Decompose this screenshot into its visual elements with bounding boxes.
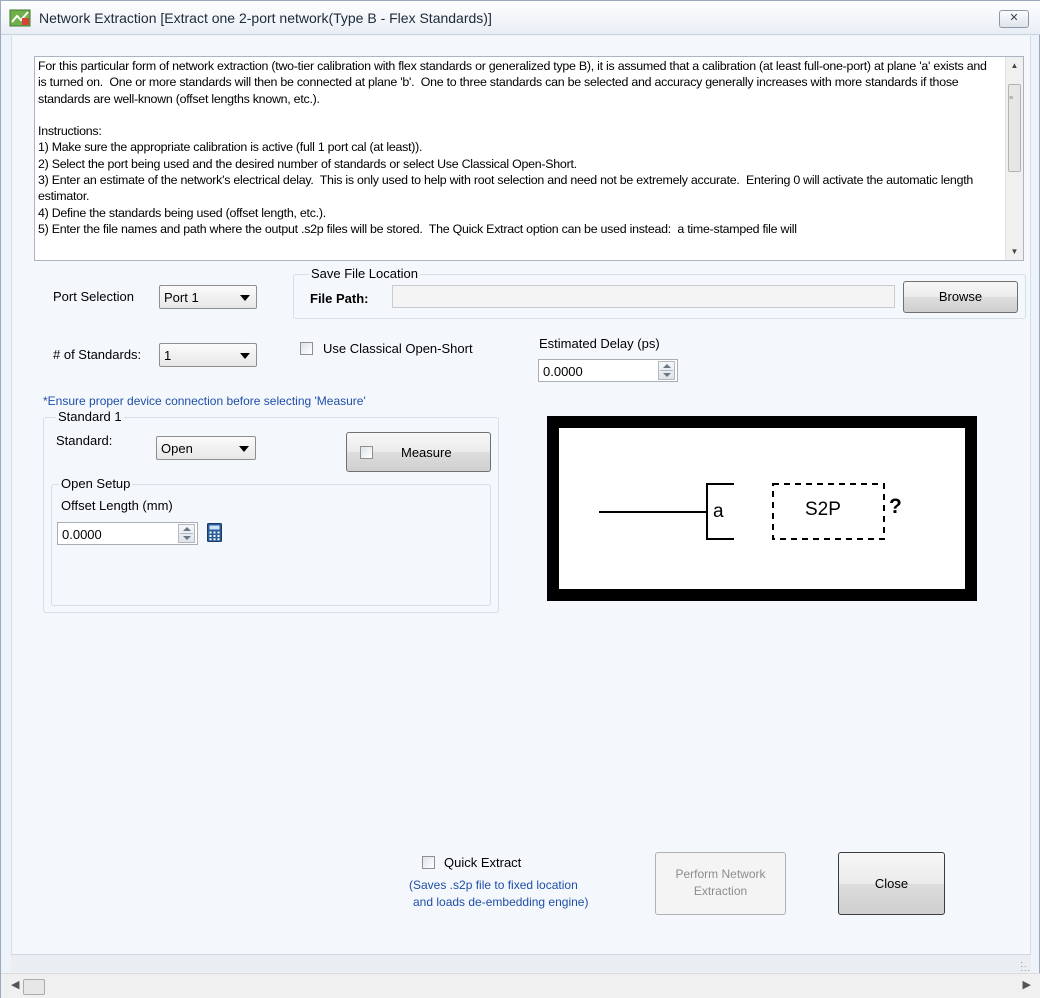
instructions-scrollbar[interactable]: ▲ ≡ ▼ (1005, 57, 1023, 260)
horizontal-scroll-thumb[interactable] (23, 979, 45, 995)
horizontal-scrollbar[interactable]: ◀ ▶ (1, 973, 1040, 998)
plane-a-label: a (713, 501, 724, 522)
measure-label: Measure (401, 445, 452, 460)
scroll-up-arrow-icon[interactable]: ▲ (1006, 57, 1023, 74)
port-selection-label: Port Selection (53, 289, 134, 304)
window-title: Network Extraction [Extract one 2-port n… (39, 10, 492, 26)
num-standards-value: 1 (164, 348, 172, 363)
calculator-icon[interactable] (207, 523, 222, 542)
perform-extraction-button[interactable]: Perform Network Extraction (655, 852, 786, 915)
network-diagram: a S2P ? (547, 416, 977, 601)
scroll-left-arrow-icon[interactable]: ◀ (11, 978, 19, 991)
close-icon: ✕ (1009, 12, 1019, 24)
left-border (11, 36, 12, 954)
delay-spinner-icon[interactable] (658, 361, 675, 380)
app-icon (9, 9, 31, 27)
instructions-textbox[interactable]: For this particular form of network extr… (34, 56, 1024, 261)
offset-length-label: Offset Length (mm) (61, 498, 173, 513)
quick-extract-note-line1: (Saves .s2p file to fixed location (409, 878, 578, 892)
chevron-down-icon (240, 295, 250, 301)
scroll-grip-icon: ≡ (1009, 95, 1014, 102)
num-standards-label: # of Standards: (53, 347, 142, 362)
s2p-label: S2P (805, 499, 841, 520)
port-selection-value: Port 1 (164, 290, 199, 305)
perform-label-line2: Extraction (693, 884, 748, 898)
estimated-delay-value: 0.0000 (543, 364, 583, 379)
chevron-down-icon (240, 353, 250, 359)
perform-label-line1: Perform Network (675, 867, 766, 881)
estimated-delay-input[interactable]: 0.0000 (538, 359, 678, 382)
standard-1-title: Standard 1 (56, 409, 124, 424)
right-border (1030, 36, 1031, 954)
measure-button[interactable]: Measure (346, 432, 491, 472)
connection-note: *Ensure proper device connection before … (43, 394, 366, 408)
unknown-network-label: ? (889, 495, 902, 518)
scroll-right-arrow-icon[interactable]: ▶ (1023, 978, 1031, 991)
file-path-label: File Path: (310, 291, 369, 306)
quick-extract-note-line2: and loads de-embedding engine) (413, 895, 589, 909)
chevron-down-icon (239, 446, 249, 452)
standard-label: Standard: (56, 433, 113, 448)
browse-button[interactable]: Browse (903, 281, 1018, 313)
offset-length-input[interactable]: 0.0000 (57, 522, 198, 545)
offset-length-value: 0.0000 (62, 527, 102, 542)
estimated-delay-label: Estimated Delay (ps) (539, 336, 660, 351)
resize-grip-icon[interactable]: ...... (1020, 956, 1031, 973)
network-extraction-window: Network Extraction [Extract one 2-port n… (0, 0, 1040, 998)
status-bar (11, 954, 1031, 972)
open-setup-title: Open Setup (59, 476, 133, 491)
close-window-button[interactable]: ✕ (999, 10, 1029, 28)
num-standards-dropdown[interactable]: 1 (159, 343, 257, 367)
port-selection-dropdown[interactable]: Port 1 (159, 285, 257, 309)
quick-extract-label: Quick Extract (444, 855, 522, 870)
network-diagram-svg (599, 483, 885, 540)
save-file-location-title: Save File Location (309, 266, 420, 281)
standard-type-value: Open (161, 441, 193, 456)
measure-status-checkbox (360, 446, 373, 459)
title-bar: Network Extraction [Extract one 2-port n… (1, 1, 1040, 35)
standard-type-dropdown[interactable]: Open (156, 436, 256, 460)
scroll-down-arrow-icon[interactable]: ▼ (1006, 243, 1023, 260)
classical-open-short-checkbox[interactable] (300, 342, 313, 355)
file-path-input[interactable] (392, 285, 895, 308)
quick-extract-checkbox[interactable] (422, 856, 435, 869)
instructions-text: For this particular form of network extr… (38, 59, 987, 236)
offset-spinner-icon[interactable] (178, 524, 195, 543)
classical-open-short-label: Use Classical Open-Short (323, 341, 473, 356)
close-button[interactable]: Close (838, 852, 945, 915)
